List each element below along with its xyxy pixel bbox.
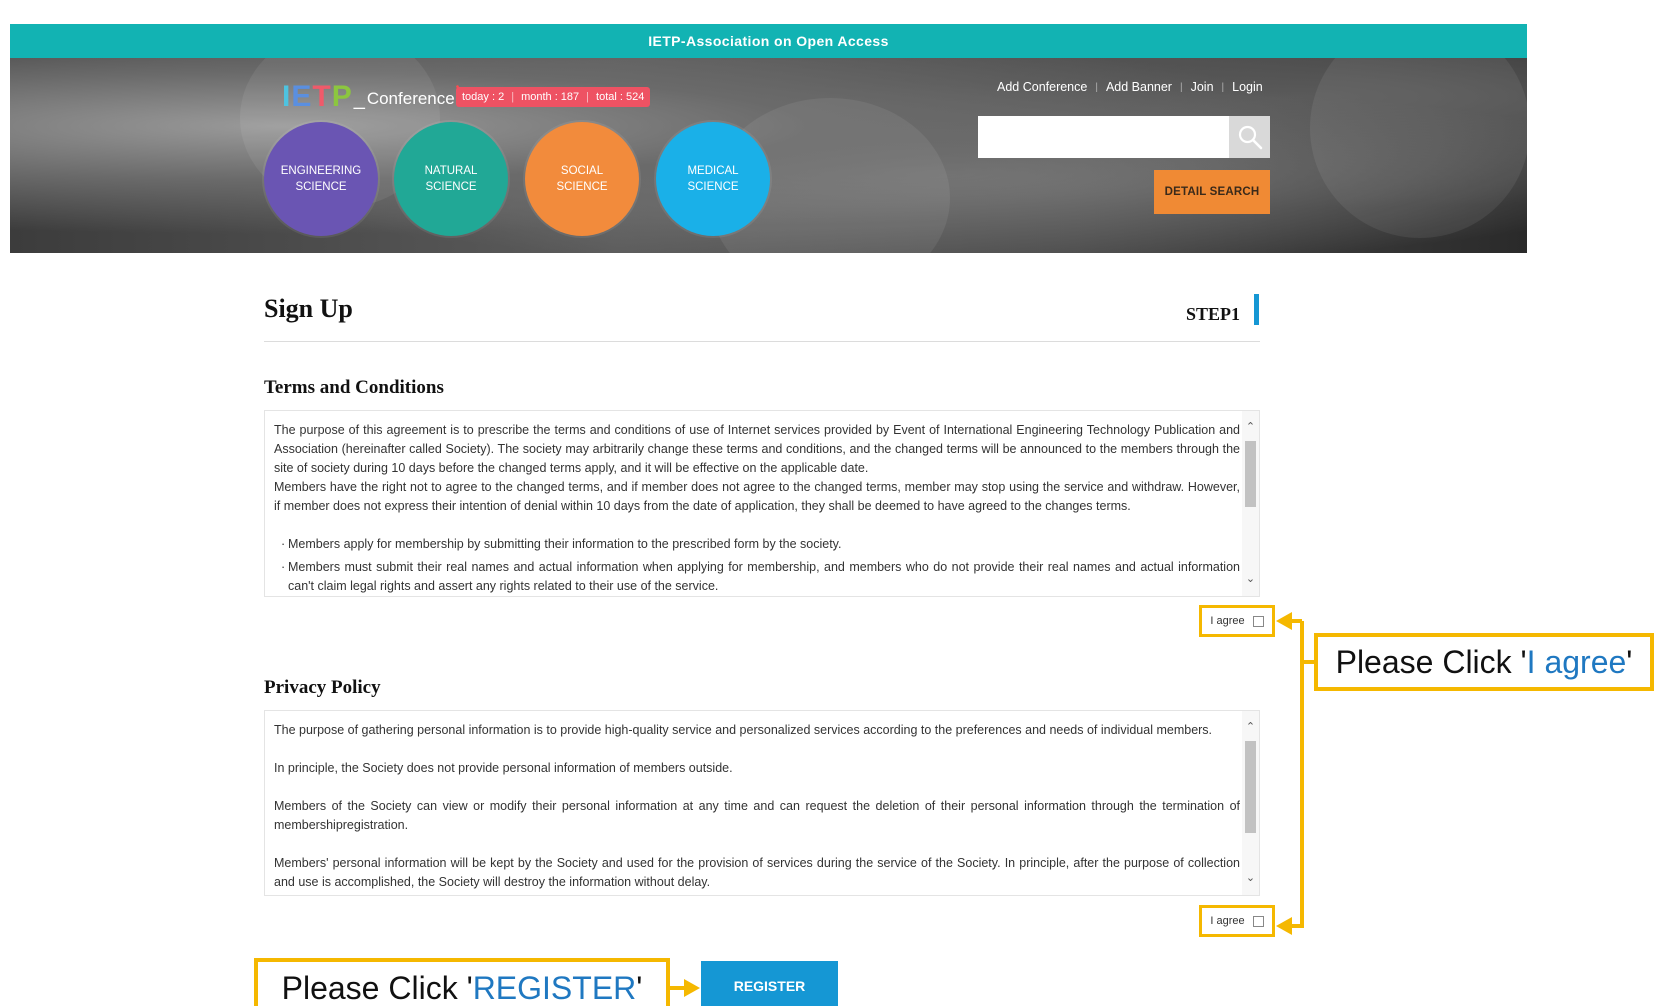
annotation-connectors: [668, 612, 1316, 997]
annotation-agree: Please Click ' I agree ': [1314, 633, 1654, 691]
register-button[interactable]: REGISTER: [701, 961, 838, 1006]
annotation-highlight: I agree: [1526, 643, 1627, 680]
annotation-text: Please Click ': [1335, 643, 1527, 680]
arrow-right-icon: [684, 979, 700, 997]
annotation-highlight: REGISTER: [472, 969, 637, 1006]
annotation-text: ': [1626, 643, 1633, 680]
arrow-left-icon: [1276, 917, 1292, 935]
annotation-text: Please Click ': [281, 969, 473, 1006]
annotation-text: ': [636, 969, 643, 1006]
annotation-bracket-line: [1290, 621, 1304, 928]
arrow-left-icon: [1276, 612, 1292, 630]
annotation-register: Please Click ' REGISTER ': [254, 958, 670, 1006]
